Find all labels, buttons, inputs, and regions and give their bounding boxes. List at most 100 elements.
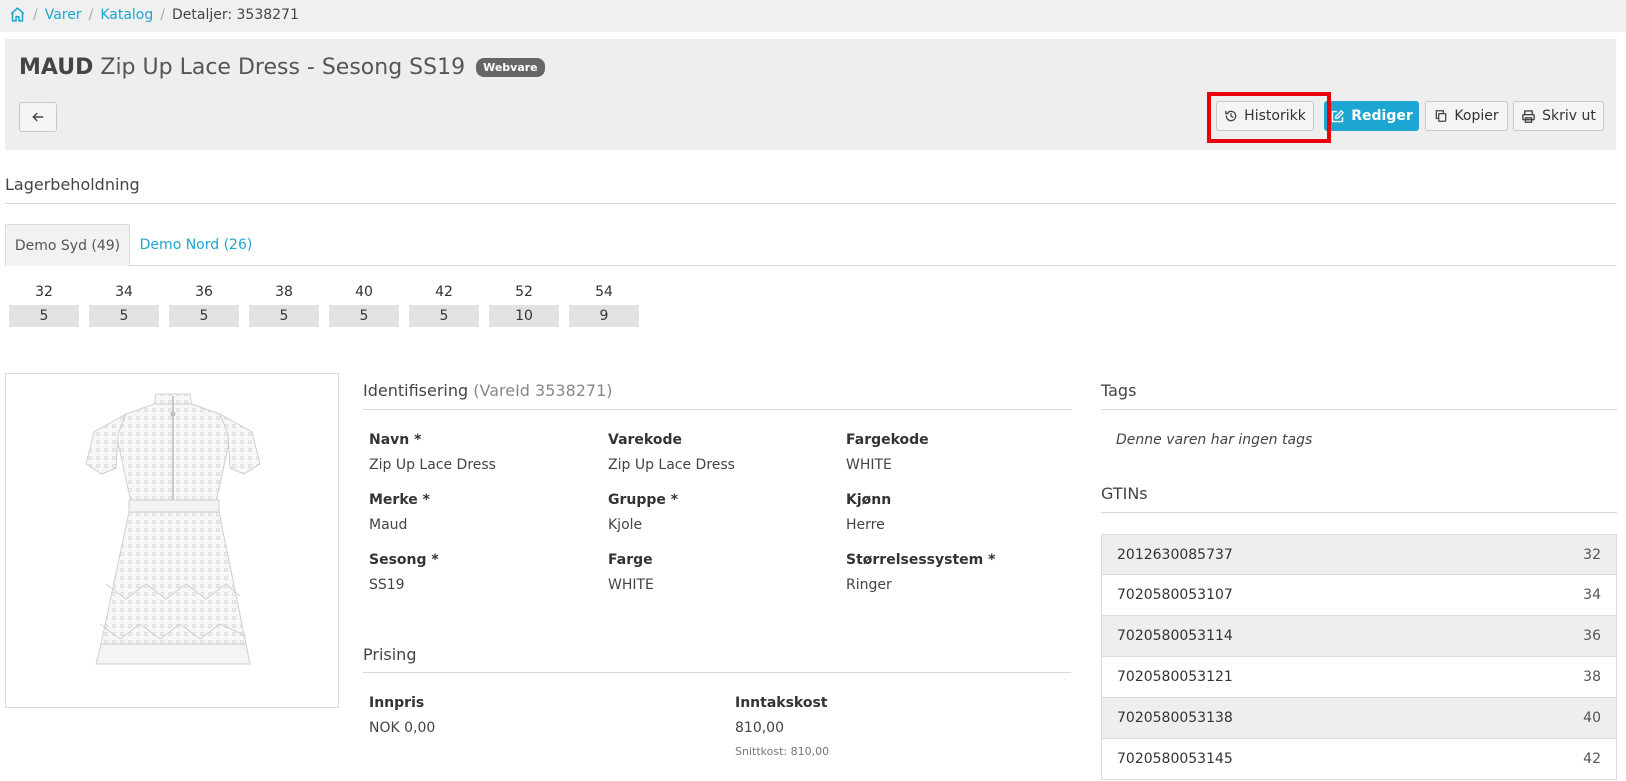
gtin-row: 7020580053145 42: [1101, 739, 1617, 780]
breadcrumb-separator: /: [33, 6, 38, 23]
divider: [1101, 512, 1617, 513]
printer-icon: [1521, 109, 1536, 124]
arrow-left-icon: [31, 110, 45, 124]
gtin-row: 7020580053107 34: [1101, 575, 1617, 616]
gtin-code: 7020580053145: [1117, 751, 1233, 767]
stock-qty: 5: [89, 305, 159, 327]
stock-size: 40: [355, 284, 373, 300]
field-label-kjonn: Kjønn: [846, 492, 892, 508]
stock-qty: 5: [9, 305, 79, 327]
field-label-storrelsessystem: Størrelsessystem *: [846, 552, 996, 568]
field-label-inntakskost: Inntakskost: [735, 695, 828, 711]
print-label: Skriv ut: [1542, 108, 1596, 124]
field-value-sesong: SS19: [369, 577, 405, 593]
gtin-code: 7020580053121: [1117, 669, 1233, 685]
breadcrumb: / Varer / Katalog / Detaljer: 3538271: [9, 6, 299, 23]
product-brand: MAUD: [19, 55, 94, 80]
product-image: [5, 373, 339, 708]
copy-button[interactable]: Kopier: [1425, 101, 1508, 131]
product-header: MAUD Zip Up Lace Dress - Sesong SS19 Web…: [5, 39, 1616, 150]
field-label-innpris: Innpris: [369, 695, 425, 711]
tags-empty-text: Denne varen har ingen tags: [1116, 432, 1313, 448]
gtin-code: 7020580053107: [1117, 587, 1233, 603]
stock-size: 54: [595, 284, 613, 300]
stock-qty: 5: [329, 305, 399, 327]
tab-divider: [130, 265, 1616, 266]
field-value-navn: Zip Up Lace Dress: [369, 457, 496, 473]
gtin-size: 42: [1583, 751, 1601, 767]
field-label-gruppe: Gruppe *: [608, 492, 679, 508]
breadcrumb-separator: /: [88, 6, 94, 23]
stock-size-cell: 32 5: [9, 282, 79, 327]
gtin-code: 7020580053138: [1117, 710, 1233, 726]
field-value-kjonn: Herre: [846, 517, 885, 533]
gtin-list: 2012630085737 32 7020580053107 34 702058…: [1101, 534, 1617, 780]
gtin-row: 2012630085737 32: [1101, 534, 1617, 575]
back-button[interactable]: [19, 102, 57, 132]
gtin-row: 7020580053121 38: [1101, 657, 1617, 698]
field-label-sesong: Sesong *: [369, 552, 439, 568]
field-value-merke: Maud: [369, 517, 408, 533]
breadcrumb-current: Detaljer: 3538271: [171, 6, 299, 23]
page-title: MAUD Zip Up Lace Dress - Sesong SS19 Web…: [19, 55, 545, 80]
stock-size: 36: [195, 284, 213, 300]
stock-qty: 5: [169, 305, 239, 327]
gtin-size: 40: [1583, 710, 1601, 726]
stock-qty: 10: [489, 305, 559, 327]
breadcrumb-link-varer[interactable]: Varer: [45, 7, 82, 23]
gtin-size: 36: [1583, 628, 1601, 644]
gtin-code: 2012630085737: [1117, 546, 1233, 563]
stock-size-cell: 52 10: [489, 282, 559, 327]
field-label-varekode: Varekode: [608, 432, 682, 448]
tab-demo-syd[interactable]: Demo Syd (49): [5, 224, 130, 266]
field-value-inntakskost: 810,00: [735, 720, 784, 736]
product-title: Zip Up Lace Dress - Sesong SS19: [100, 55, 466, 80]
home-icon[interactable]: [9, 6, 26, 23]
field-value-fargekode: WHITE: [846, 457, 892, 473]
stock-size-cell: 54 9: [569, 282, 639, 327]
edit-label: Rediger: [1351, 108, 1413, 124]
stock-size-cell: 34 5: [89, 282, 159, 327]
divider: [363, 409, 1071, 410]
breadcrumb-separator: /: [160, 6, 165, 23]
stock-size: 52: [515, 284, 533, 300]
copy-label: Kopier: [1454, 108, 1499, 124]
copy-icon: [1434, 109, 1448, 123]
field-label-navn: Navn *: [369, 432, 422, 448]
identification-heading: Identifisering (VareId 3538271): [363, 381, 613, 400]
field-label-merke: Merke *: [369, 492, 430, 508]
gtin-row: 7020580053114 36: [1101, 616, 1617, 657]
stock-qty: 9: [569, 305, 639, 327]
stock-size-cell: 42 5: [409, 282, 479, 327]
stock-size: 32: [35, 284, 53, 300]
gtins-heading: GTINs: [1101, 484, 1148, 503]
field-label-fargekode: Fargekode: [846, 432, 929, 448]
history-button[interactable]: Historikk: [1216, 101, 1314, 131]
identification-title: Identifisering: [363, 381, 469, 400]
breadcrumb-link-katalog[interactable]: Katalog: [100, 7, 153, 23]
stock-size: 42: [435, 284, 453, 300]
history-icon: [1224, 109, 1238, 123]
tab-demo-nord[interactable]: Demo Nord (26): [135, 224, 257, 266]
gtin-size: 32: [1583, 546, 1601, 563]
field-value-farge: WHITE: [608, 577, 654, 593]
dress-illustration: [85, 393, 261, 665]
print-button[interactable]: Skriv ut: [1513, 101, 1604, 131]
divider: [5, 203, 1616, 204]
divider: [1101, 409, 1617, 410]
stock-size: 34: [115, 284, 133, 300]
history-label: Historikk: [1244, 108, 1306, 124]
gtin-size: 34: [1583, 587, 1601, 603]
stock-qty: 5: [249, 305, 319, 327]
stock-size-cell: 38 5: [249, 282, 319, 327]
edit-icon: [1330, 109, 1345, 124]
tags-heading: Tags: [1101, 381, 1137, 400]
field-value-gruppe: Kjole: [608, 517, 643, 533]
edit-button[interactable]: Rediger: [1324, 101, 1419, 131]
webvare-badge: Webvare: [476, 58, 545, 77]
pricing-heading: Prising: [363, 645, 417, 664]
gtin-size: 38: [1583, 669, 1601, 685]
divider: [363, 672, 1071, 673]
field-value-innpris: NOK 0,00: [369, 720, 436, 736]
identification-subtitle: (VareId 3538271): [473, 381, 613, 400]
